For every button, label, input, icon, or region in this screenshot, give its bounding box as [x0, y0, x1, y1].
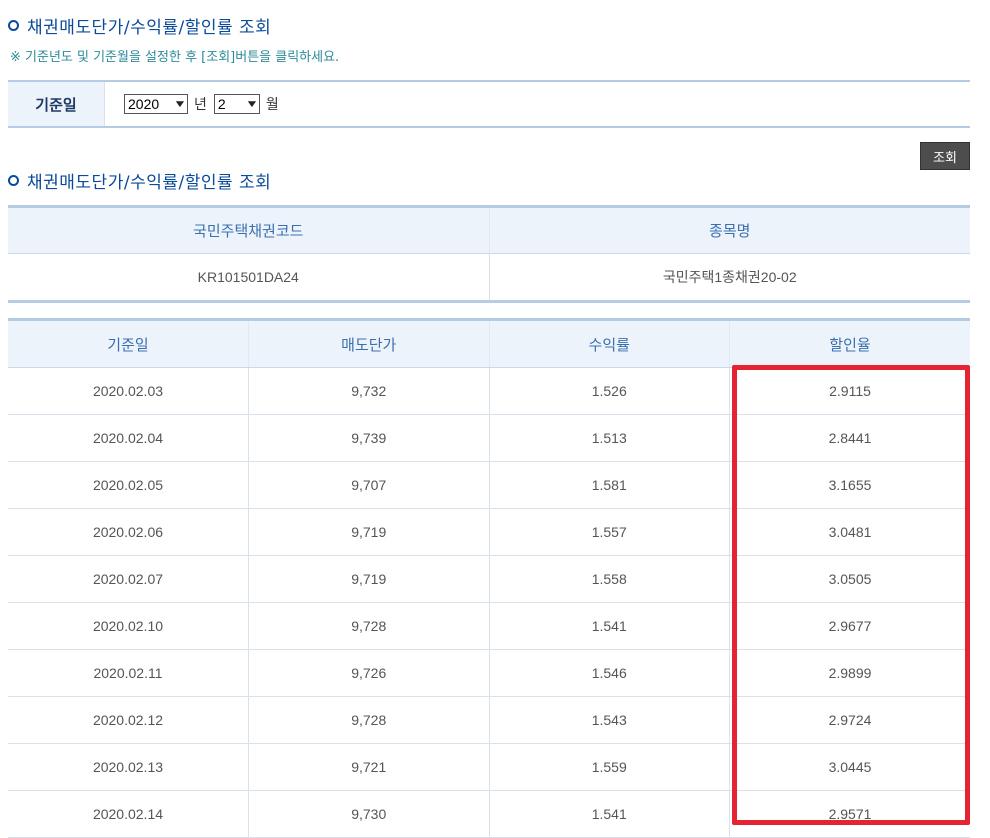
column-header-bond-code: 국민주택채권코드	[8, 205, 489, 254]
date-cell: 2020.02.06	[8, 508, 249, 556]
sell-price-cell: 9,721	[248, 743, 489, 791]
sell-price-cell: 9,719	[248, 508, 489, 556]
sell-price-cell: 9,707	[248, 461, 489, 509]
chevron-down-icon: ▼	[245, 98, 259, 110]
sell-price-cell: 9,730	[248, 790, 489, 838]
bond-name-cell: 국민주택1종채권20-02	[488, 253, 970, 302]
discount-rate-cell: 2.9571	[729, 790, 970, 838]
sell-price-cell: 9,719	[248, 555, 489, 603]
date-cell: 2020.02.03	[8, 367, 249, 415]
table-row: 2020.02.06 9,719 1.557 3.0481	[8, 508, 970, 556]
discount-rate-cell: 2.9724	[729, 696, 970, 744]
query-button[interactable]: 조회	[920, 142, 970, 170]
yield-cell: 1.546	[488, 649, 730, 697]
discount-rate-cell: 3.0445	[729, 743, 970, 791]
month-select[interactable]: 2 ▼	[213, 94, 260, 114]
sell-price-cell: 9,728	[248, 602, 489, 650]
year-select-value: 2020	[128, 96, 160, 112]
page-title: 채권매도단가/수익률/할인률 조회	[8, 13, 271, 38]
month-select-value: 2	[217, 96, 226, 112]
date-cell: 2020.02.10	[8, 602, 249, 650]
table-row: 2020.02.13 9,721 1.559 3.0445	[8, 743, 970, 791]
year-unit-label: 년	[194, 97, 207, 113]
circle-bullet-icon	[8, 20, 19, 31]
discount-rate-cell: 3.0481	[729, 508, 970, 556]
filter-controls: 2020 ▼ 년 2 ▼ 월	[105, 82, 286, 126]
yield-cell: 1.558	[488, 555, 730, 603]
chevron-down-icon: ▼	[173, 98, 187, 110]
circle-bullet-icon	[8, 175, 19, 186]
yield-cell: 1.526	[488, 367, 730, 415]
discount-rate-cell: 3.0505	[729, 555, 970, 603]
column-header-bond-name: 종목명	[488, 205, 970, 254]
sell-price-cell: 9,739	[248, 414, 489, 462]
discount-rate-cell: 2.8441	[729, 414, 970, 462]
column-header-date: 기준일	[8, 318, 249, 368]
yield-cell: 1.541	[488, 602, 730, 650]
yield-cell: 1.513	[488, 414, 730, 462]
year-select[interactable]: 2020 ▼	[124, 94, 188, 114]
table-row: 2020.02.12 9,728 1.543 2.9724	[8, 696, 970, 744]
date-cell: 2020.02.05	[8, 461, 249, 509]
date-cell: 2020.02.04	[8, 414, 249, 462]
date-cell: 2020.02.13	[8, 743, 249, 791]
table-row: 2020.02.03 9,732 1.526 2.9115	[8, 367, 970, 415]
sell-price-cell: 9,728	[248, 696, 489, 744]
results-title: 채권매도단가/수익률/할인률 조회	[8, 168, 271, 193]
page-title-text: 채권매도단가/수익률/할인률 조회	[27, 18, 272, 38]
date-cell: 2020.02.07	[8, 555, 249, 603]
discount-rate-cell: 2.9899	[729, 649, 970, 697]
yield-cell: 1.541	[488, 790, 730, 838]
date-cell: 2020.02.14	[8, 790, 249, 838]
column-header-discount-rate: 할인율	[729, 318, 970, 368]
results-title-text: 채권매도단가/수익률/할인률 조회	[27, 173, 272, 193]
date-filter-bar: 기준일 2020 ▼ 년 2 ▼ 월	[8, 80, 970, 128]
table-row: 2020.02.04 9,739 1.513 2.8441	[8, 414, 970, 462]
yield-cell: 1.581	[488, 461, 730, 509]
table-row: 2020.02.14 9,730 1.541 2.9571	[8, 790, 970, 838]
yield-cell: 1.559	[488, 743, 730, 791]
bond-code-cell: KR101501DA24	[197, 269, 299, 285]
discount-rate-cell: 3.1655	[729, 461, 970, 509]
column-header-sell-price: 매도단가	[248, 318, 489, 368]
date-cell: 2020.02.11	[8, 649, 249, 697]
column-header-yield: 수익률	[488, 318, 730, 368]
table-row: 2020.02.11 9,726 1.546 2.9899	[8, 649, 970, 697]
yield-cell: 1.557	[488, 508, 730, 556]
table-row: 2020.02.07 9,719 1.558 3.0505	[8, 555, 970, 603]
month-unit-label: 월	[265, 97, 279, 113]
sell-price-cell: 9,726	[248, 649, 489, 697]
instruction-notice: ※ 기준년도 및 기준월을 설정한 후 [조회]버튼을 클릭하세요.	[10, 50, 340, 65]
table-row: KR101501DA24 국민주택1종채권20-02	[8, 253, 970, 302]
date-cell: 2020.02.12	[8, 696, 249, 744]
table-row: 2020.02.10 9,728 1.541 2.9677	[8, 602, 970, 650]
bond-info-table: 국민주택채권코드 종목명 KR101501DA24 국민주택1종채권20-02	[8, 205, 970, 303]
filter-label: 기준일	[8, 82, 105, 126]
sell-price-cell: 9,732	[248, 367, 489, 415]
table-row: 2020.02.05 9,707 1.581 3.1655	[8, 461, 970, 509]
yield-cell: 1.543	[488, 696, 730, 744]
discount-rate-cell: 2.9115	[729, 367, 970, 415]
discount-rate-cell: 2.9677	[729, 602, 970, 650]
rates-table: 기준일 매도단가 수익률 할인율 2020.02.03 9,732 1.526 2.9…	[8, 318, 970, 838]
